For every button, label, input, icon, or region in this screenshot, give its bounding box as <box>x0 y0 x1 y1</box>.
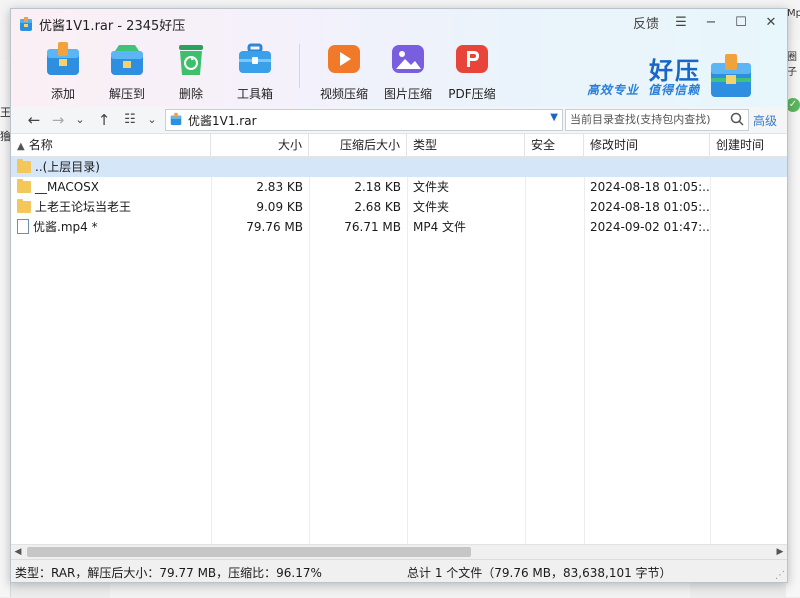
scrollbar-thumb[interactable] <box>27 547 471 557</box>
folder-icon <box>17 178 31 193</box>
path-dropdown-icon[interactable]: ▼ <box>550 112 558 123</box>
brand-slogan: 高效专业 值得信赖 <box>587 83 701 97</box>
column-header-created[interactable]: 创建时间 <box>710 134 787 156</box>
advanced-search-link[interactable]: 高级 <box>753 112 777 129</box>
pdf-compress-icon <box>456 45 488 73</box>
bg-text-fragment: 圈子 <box>787 52 797 78</box>
horizontal-scrollbar[interactable]: ◀ ▶ <box>11 544 787 559</box>
address-bar: ← → ⌄ ↑ ☷ ⌄ 优酱1V1.rar ▼ 高级 <box>11 107 787 134</box>
toolbox-icon <box>239 43 271 73</box>
up-arrow-icon[interactable]: ↑ <box>95 111 113 129</box>
close-button[interactable]: ✕ <box>763 15 779 31</box>
search-field <box>565 109 749 131</box>
view-mode-icon[interactable]: ☷ <box>121 112 139 127</box>
add-button[interactable]: 添加 <box>31 39 95 102</box>
archive-icon <box>170 112 182 126</box>
delete-button[interactable]: 删除 <box>159 39 223 102</box>
archive-window: 优酱1V1.rar - 2345好压 反馈 ☰ − ☐ ✕ 添加 解压到 删除 … <box>10 8 788 583</box>
column-header-security[interactable]: 安全 <box>525 134 584 156</box>
table-row[interactable]: 优酱.mp4 * 79.76 MB 76.71 MB MP4 文件 2024-0… <box>11 217 787 237</box>
image-compress-button[interactable]: 图片压缩 <box>376 39 440 102</box>
extract-button[interactable]: 解压到 <box>95 39 159 102</box>
toolbar-separator <box>299 43 300 88</box>
toolbar-label: PDF压缩 <box>448 87 496 101</box>
status-total-info: 总计 1 个文件（79.76 MB，83,638,101 字节） <box>407 566 672 580</box>
recycle-icon <box>179 45 203 75</box>
column-header-type[interactable]: 类型 <box>407 134 525 156</box>
column-header-size[interactable]: 大小 <box>211 134 309 156</box>
extract-icon <box>111 45 143 75</box>
toolbar: 添加 解压到 删除 工具箱 视频压缩 图片压缩 PDF压缩 <box>31 39 504 102</box>
window-title: 优酱1V1.rar - 2345好压 <box>39 19 186 34</box>
window-header: 优酱1V1.rar - 2345好压 反馈 ☰ − ☐ ✕ 添加 解压到 删除 … <box>11 9 787 107</box>
bg-text-fragment: Mp4 <box>787 8 800 19</box>
image-compress-icon <box>392 45 424 73</box>
brand-logo-icon <box>711 54 751 97</box>
brand-banner: 好压 高效专业 值得信赖 <box>587 51 777 101</box>
folder-icon <box>17 158 31 173</box>
maximize-button[interactable]: ☐ <box>733 15 749 31</box>
search-icon[interactable] <box>729 111 745 127</box>
video-compress-icon <box>328 45 360 73</box>
pdf-compress-button[interactable]: PDF压缩 <box>440 39 504 102</box>
window-controls: 反馈 ☰ − ☐ ✕ <box>633 13 779 32</box>
history-chevron-icon[interactable]: ⌄ <box>71 113 89 126</box>
path-field[interactable]: 优酱1V1.rar ▼ <box>165 109 563 131</box>
table-header: ▲ 名称 大小 压缩后大小 类型 安全 修改时间 创建时间 <box>11 134 787 157</box>
toolbar-label: 图片压缩 <box>383 87 432 101</box>
status-bar: 类型：RAR，解压后大小：79.77 MB，压缩比：96.17% 总计 1 个文… <box>11 559 787 582</box>
toolbar-label: 删除 <box>178 87 203 101</box>
check-icon: ✓ <box>786 98 800 112</box>
desktop-background-right <box>786 40 800 597</box>
table-row[interactable]: ..(上层目录) <box>11 157 787 177</box>
file-list: ▲ 名称 大小 压缩后大小 类型 安全 修改时间 创建时间 ..(上层目录) __… <box>11 134 787 544</box>
path-text: 优酱1V1.rar <box>188 114 257 128</box>
app-logo-icon <box>20 17 32 31</box>
toolbox-button[interactable]: 工具箱 <box>223 39 287 102</box>
toolbar-label: 添加 <box>50 87 75 101</box>
video-compress-button[interactable]: 视频压缩 <box>312 39 376 102</box>
minimize-button[interactable]: − <box>703 15 719 31</box>
status-archive-info: 类型：RAR，解压后大小：79.77 MB，压缩比：96.17% <box>15 566 322 580</box>
table-row[interactable]: __MACOSX 2.83 KB 2.18 KB 文件夹 2024-08-18 … <box>11 177 787 197</box>
view-mode-chevron-icon[interactable]: ⌄ <box>143 113 161 126</box>
column-header-name[interactable]: ▲ 名称 <box>11 134 211 156</box>
folder-icon <box>17 198 31 213</box>
search-input[interactable] <box>566 110 730 128</box>
column-header-packed[interactable]: 压缩后大小 <box>309 134 407 156</box>
toolbar-label: 解压到 <box>108 87 145 101</box>
toolbar-label: 视频压缩 <box>319 87 368 101</box>
desktop-background-bottom <box>110 582 690 598</box>
scroll-left-icon[interactable]: ◀ <box>11 545 25 559</box>
add-archive-icon <box>47 42 79 75</box>
sort-up-icon: ▲ <box>17 141 25 152</box>
feedback-button[interactable]: 反馈 <box>633 13 659 32</box>
column-header-modified[interactable]: 修改时间 <box>584 134 710 156</box>
menu-button[interactable]: ☰ <box>673 15 689 31</box>
scroll-right-icon[interactable]: ▶ <box>773 545 787 559</box>
forward-arrow-icon[interactable]: → <box>49 111 67 129</box>
table-row[interactable]: 上老王论坛当老王 9.09 KB 2.68 KB 文件夹 2024-08-18 … <box>11 197 787 217</box>
toolbar-label: 工具箱 <box>236 87 273 101</box>
video-file-icon <box>17 219 29 234</box>
back-arrow-icon[interactable]: ← <box>25 111 43 129</box>
resize-grip-icon[interactable]: ⋰ <box>775 570 785 581</box>
